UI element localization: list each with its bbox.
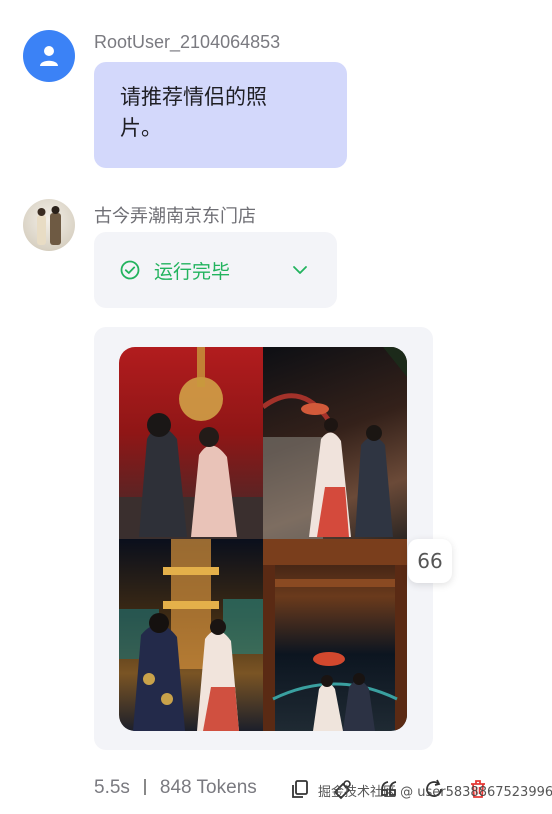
watermark-text: 掘金技术社区 @ user5838867523996 — [318, 785, 552, 800]
image-result-card — [94, 327, 433, 750]
photo-grid[interactable] — [119, 347, 407, 731]
user-message-line-2: 片。 — [120, 116, 162, 140]
check-circle-icon — [120, 260, 140, 280]
run-status-card[interactable]: 运行完毕 — [94, 232, 337, 308]
quote-button[interactable]: 66 — [408, 539, 452, 583]
photo-bridge-night[interactable] — [263, 347, 407, 539]
photo-gate-lantern[interactable] — [263, 539, 407, 731]
copy-icon[interactable] — [289, 778, 311, 800]
shop-avatar — [23, 199, 75, 251]
stats-divider — [143, 779, 146, 795]
photo-pagoda-night[interactable] — [119, 539, 263, 731]
chevron-down-icon[interactable] — [291, 262, 309, 278]
user-icon — [40, 46, 58, 66]
couple-avatar-icon — [37, 206, 61, 245]
user-message-line-1: 请推荐情侣的照 — [120, 85, 267, 109]
photo-red-wall[interactable] — [119, 347, 263, 539]
quote-badge-label: 66 — [417, 549, 443, 573]
assistant-name: 古今弄潮南京东门店 — [94, 206, 256, 227]
response-duration: 5.5s — [94, 777, 130, 798]
run-status-text: 运行完毕 — [154, 260, 231, 283]
user-message-bubble: 请推荐情侣的照 片。 — [94, 62, 347, 168]
user-avatar — [23, 30, 75, 82]
user-name: RootUser_2104064853 — [94, 32, 281, 52]
response-stats: 5.5s 848 Tokens — [94, 777, 257, 799]
token-count: 848 Tokens — [159, 777, 257, 798]
